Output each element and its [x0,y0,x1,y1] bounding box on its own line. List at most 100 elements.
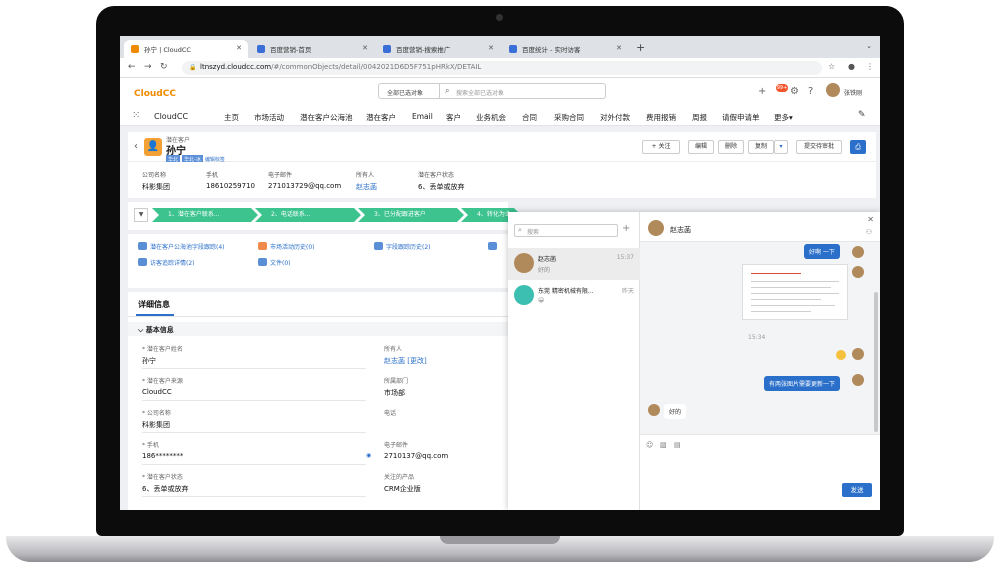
username[interactable]: 张铁刚 [844,88,862,97]
nav-item-accounts[interactable]: 客户 [446,112,461,123]
more-actions-dropdown[interactable]: ▾ [774,140,788,154]
global-search-input[interactable]: ⌕ 搜索全部已选对象 [440,83,606,99]
related-label: 字段跟踪历史(2) [386,244,431,251]
nav-item-weekly[interactable]: 周报 [692,112,707,123]
send-button[interactable]: 发送 [842,483,872,497]
star-icon[interactable]: ☆ [828,62,835,71]
screen: 孙宁 | CloudCC ✕ 百度营销-首页 ✕ 百度营销-搜索推广 ✕ 百度统… [120,36,880,510]
divider [142,496,366,497]
add-member-icon[interactable]: ⚇ [866,228,872,236]
nav-item-payments[interactable]: 对外付款 [600,112,630,123]
avatar [852,374,864,386]
nav-item-home[interactable]: 主页 [224,112,239,123]
search-scope-select[interactable]: 全部已选对象 [378,83,440,99]
delete-button[interactable]: 删除 [718,140,744,154]
add-icon[interactable]: + [758,86,766,97]
profile-icon[interactable]: ● [848,62,855,71]
back-icon[interactable]: ‹ [134,141,138,152]
nav-item-more[interactable]: 更多▾ [774,112,793,123]
submit-approval-button[interactable]: 提交待审批 [796,140,842,154]
back-icon[interactable]: ← [128,62,136,72]
follow-button[interactable]: + 关注 [642,140,680,154]
close-icon[interactable]: ✕ [236,44,242,52]
related-link[interactable]: 潜在客户公海池字段跟踪(4) [138,242,225,251]
add-chat-icon[interactable]: + [622,223,630,234]
close-icon[interactable]: ✕ [362,44,368,52]
browser-tab[interactable]: 百度营销-搜索推广 ✕ [376,40,500,58]
lead-icon: 👤 [144,138,162,156]
gear-icon[interactable]: ⚙ [790,86,799,97]
divider [142,400,366,401]
nav-item-campaigns[interactable]: 市场活动 [254,112,284,123]
list-item[interactable]: 东莞 精密机械有限... 😀 昨天 [508,280,640,312]
browser-tab[interactable]: 百度营销-首页 ✕ [250,40,374,58]
field-label: * 潜在客户姓名 [142,346,183,353]
conversation-time: 昨天 [621,288,634,295]
path-step[interactable]: 1、潜在客户联系... [152,208,258,222]
owner-link[interactable]: 赵志菡 [356,182,377,192]
image-message[interactable] [742,264,848,320]
new-tab-button[interactable]: + [636,41,645,54]
avatar [852,246,864,258]
close-icon[interactable]: ✕ [488,44,494,52]
eye-icon[interactable]: ◉ [366,452,371,459]
nav-item-contracts[interactable]: 合同 [522,112,537,123]
nav-item-leave[interactable]: 请假申请单 [722,112,760,123]
browser-tab[interactable]: 孙宁 | CloudCC ✕ [124,40,248,58]
edit-button[interactable]: 编辑 [688,140,714,154]
path-step[interactable]: 3、已分配跟进客户 [358,208,464,222]
related-link[interactable]: 访客追踪详情(2) [138,258,195,267]
close-icon[interactable]: ✕ [867,215,874,224]
list-item[interactable]: 赵志菡 好的 15:37 [508,248,640,280]
help-icon[interactable]: ? [808,86,813,97]
section-basic-info[interactable]: ⌵ 基本信息 [128,322,508,336]
field-label: * 潜在客户来源 [142,378,183,385]
app-launcher-icon[interactable]: ⁙ [132,110,140,121]
chat-input-area[interactable]: ☺ ▨ ▤ 发送 [640,434,880,510]
close-icon[interactable]: ✕ [616,44,622,52]
nav-item-expenses[interactable]: 费用报销 [646,112,676,123]
owner-link[interactable]: 赵志菡 [更改] [384,356,427,366]
nav-item-purchase-contracts[interactable]: 采购合同 [554,112,584,123]
chevron-down-icon[interactable]: ▼ [134,208,148,222]
chevron-down-icon[interactable]: ⌄ [866,42,872,50]
menu-icon[interactable]: ⋮ [866,62,874,71]
related-link[interactable]: 字段跟踪历史(2) [374,242,431,251]
message-bubble-outgoing: 好啊 一下 [804,244,840,259]
related-link[interactable]: 文件(0) [258,258,291,267]
related-link[interactable]: 市场活动历史(0) [258,242,315,251]
avatar [648,404,660,416]
conversation-name: 东莞 精密机械有限... [538,288,594,295]
field-label: * 手机 [142,442,159,449]
nav-item-email[interactable]: Email [412,112,433,121]
nav-item-leads[interactable]: 潜在客户 [366,112,396,123]
nav-item-lead-pool[interactable]: 潜在客户公海池 [300,112,353,123]
chat-search-input[interactable]: ⌕ 搜索 [514,224,618,237]
avatar[interactable] [826,83,840,97]
field-label: 所有人 [356,172,375,179]
browser-tab[interactable]: 百度统计 - 实时访客 ✕ [502,40,628,58]
notification-badge[interactable]: 99+ [776,84,788,92]
copy-button[interactable]: 复制 [748,140,774,154]
image-icon[interactable]: ▨ [660,441,667,449]
print-icon[interactable]: ⎙ [850,140,866,154]
forward-icon[interactable]: → [144,62,152,72]
field-label: 关注的产品 [384,474,415,481]
chat-scrollbar[interactable] [874,292,878,432]
tab-detail[interactable]: 详细信息 [138,299,170,310]
url-input[interactable]: 🔒 ltnszyd.cloudcc.com/#/commonObjects/de… [182,61,822,75]
doc-line [751,293,839,294]
emoji-icon[interactable]: ☺ [646,441,653,449]
campaign-icon [258,242,267,250]
file-icon[interactable]: ▤ [674,441,681,449]
edit-nav-icon[interactable]: ✎ [858,110,866,120]
path-step[interactable]: 2、电话联系... [255,208,361,222]
search-icon: ⌕ [518,226,522,234]
app-name: CloudCC [154,112,189,121]
nav-item-opportunities[interactable]: 业务机会 [476,112,506,123]
section-title: 基本信息 [145,326,174,334]
divider [128,316,508,317]
divider [142,464,366,465]
chat-header: 赵志菡 ✕ ⚇ [640,212,880,242]
reload-icon[interactable]: ↻ [160,62,168,72]
